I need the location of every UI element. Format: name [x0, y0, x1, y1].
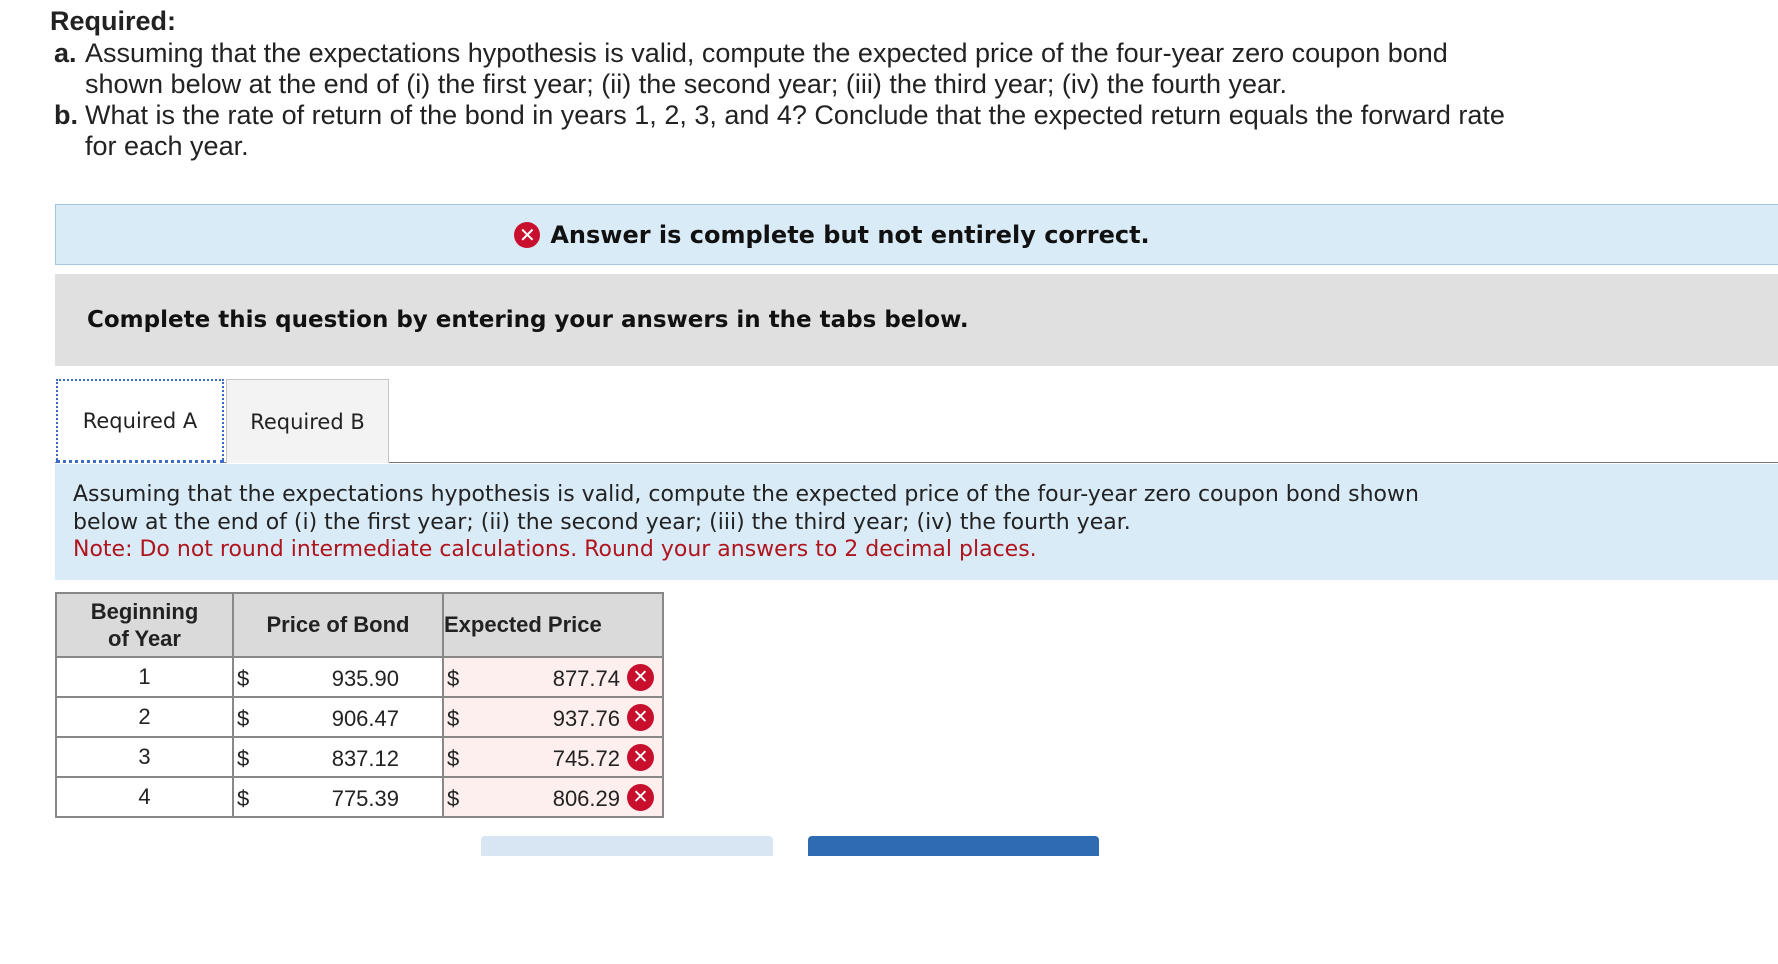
year-cell: 3 [55, 736, 234, 778]
next-tab-button[interactable] [808, 836, 1099, 856]
header-expected-price: Expected Price [442, 592, 664, 658]
price-cell: $ 935.90 [232, 656, 444, 698]
required-heading: Required: [50, 6, 177, 36]
result-message: Answer is complete but not entirely corr… [550, 220, 1150, 249]
expected-price-value: 877.74 [552, 666, 620, 691]
question-note: Note: Do not round intermediate calculat… [73, 537, 1037, 562]
price-value: 775.39 [331, 786, 399, 811]
price-value: 906.47 [331, 706, 399, 731]
year-cell: 1 [55, 656, 234, 698]
price-value: 935.90 [331, 666, 399, 691]
table-row: 3 $ 837.12 $ 745.72 ✕ [55, 736, 664, 778]
expected-price-input[interactable]: $ 937.76 ✕ [442, 696, 664, 738]
price-cell: $ 837.12 [232, 736, 444, 778]
currency-symbol: $ [237, 706, 250, 731]
expected-price-input[interactable]: $ 745.72 ✕ [442, 736, 664, 778]
price-value: 837.12 [331, 746, 399, 771]
header-price-of-bond: Price of Bond [232, 592, 444, 658]
incorrect-icon: ✕ [627, 664, 654, 691]
item-text-line2: for each year. [85, 131, 249, 161]
expected-price-input[interactable]: $ 877.74 ✕ [442, 656, 664, 698]
item-letter: a. [54, 38, 77, 68]
incorrect-icon: ✕ [627, 744, 654, 771]
price-cell: $ 906.47 [232, 696, 444, 738]
instructions-box: Complete this question by entering your … [55, 274, 1778, 366]
currency-symbol: $ [447, 666, 460, 691]
item-letter: b. [54, 100, 78, 130]
currency-symbol: $ [237, 666, 250, 691]
required-item-a: a. Assuming that the expectations hypothe… [54, 38, 1614, 100]
table-row: 2 $ 906.47 $ 937.76 ✕ [55, 696, 664, 738]
result-banner: ✕ Answer is complete but not entirely co… [55, 204, 1778, 265]
currency-symbol: $ [447, 746, 460, 771]
expected-price-value: 745.72 [552, 746, 620, 771]
expected-price-value: 937.76 [552, 706, 620, 731]
year-cell: 4 [55, 776, 234, 818]
question-box: Assuming that the expectations hypothesi… [55, 464, 1778, 580]
x-circle-icon: ✕ [514, 221, 541, 248]
previous-tab-button[interactable] [481, 836, 773, 856]
currency-symbol: $ [237, 786, 250, 811]
table-header-row: Beginning of Year Price of Bond Expected… [55, 592, 664, 658]
item-text-line2: shown below at the end of (i) the first … [85, 69, 1288, 99]
item-text-line1: What is the rate of return of the bond i… [85, 100, 1505, 130]
header-beginning-of-year: Beginning of Year [55, 592, 234, 658]
expected-price-input[interactable]: $ 806.29 ✕ [442, 776, 664, 818]
table-row: 4 $ 775.39 $ 806.29 ✕ [55, 776, 664, 818]
incorrect-icon: ✕ [627, 704, 654, 731]
tab-required-a[interactable]: Required A [56, 379, 224, 463]
answer-table: Beginning of Year Price of Bond Expected… [55, 592, 664, 818]
tab-required-b[interactable]: Required B [226, 379, 389, 463]
question-line2: below at the end of (i) the first year; … [73, 509, 1131, 535]
incorrect-icon: ✕ [627, 784, 654, 811]
table-row: 1 $ 935.90 $ 877.74 ✕ [55, 656, 664, 698]
currency-symbol: $ [237, 746, 250, 771]
item-text-line1: Assuming that the expectations hypothesi… [85, 38, 1448, 68]
year-cell: 2 [55, 696, 234, 738]
currency-symbol: $ [447, 706, 460, 731]
instructions-text: Complete this question by entering your … [87, 307, 969, 333]
required-item-b: b. What is the rate of return of the bond… [54, 100, 1614, 162]
currency-symbol: $ [447, 786, 460, 811]
expected-price-value: 806.29 [552, 786, 620, 811]
header-year-line1: Beginning [90, 599, 199, 624]
price-cell: $ 775.39 [232, 776, 444, 818]
header-year-line2: of Year [108, 626, 181, 651]
question-line1: Assuming that the expectations hypothesi… [73, 482, 1419, 507]
